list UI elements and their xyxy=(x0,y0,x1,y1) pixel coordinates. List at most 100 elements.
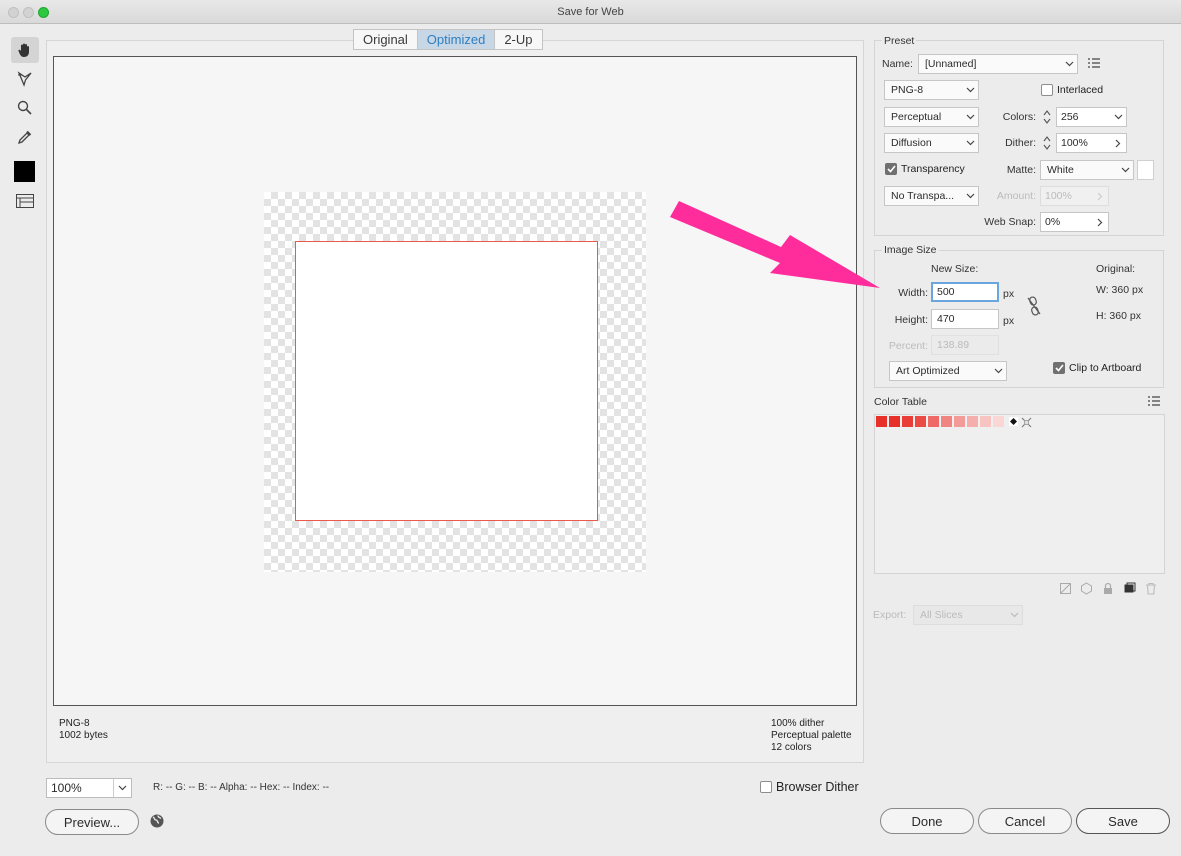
original-width: W: 360 px xyxy=(1096,284,1144,296)
unlinked-chain-icon[interactable] xyxy=(1025,295,1043,320)
toggle-slices-icon[interactable] xyxy=(11,188,39,214)
width-unit: px xyxy=(1003,288,1015,300)
browser-dither-label: Browser Dither xyxy=(776,780,859,794)
map-to-web-icon xyxy=(1059,582,1072,598)
dither-algorithm-select[interactable]: Diffusion xyxy=(884,133,979,153)
clip-to-artboard-checkbox[interactable] xyxy=(1053,362,1065,374)
matte-transparent-icon[interactable] xyxy=(1021,417,1032,431)
resample-quality-select[interactable]: Art Optimized xyxy=(889,361,1007,381)
transparency-checkbox[interactable] xyxy=(885,163,897,175)
zoom-tool-icon[interactable] xyxy=(11,95,39,121)
height-unit: px xyxy=(1003,315,1015,327)
chevron-down-icon xyxy=(1061,61,1077,67)
file-format-value: PNG-8 xyxy=(891,84,924,96)
preset-name-label: Name: xyxy=(882,58,913,70)
color-swatch[interactable] xyxy=(967,416,978,427)
colors-stepper-icon[interactable] xyxy=(1040,107,1054,127)
percent-input: 138.89 xyxy=(931,335,999,355)
zoom-level-select[interactable]: 100% xyxy=(46,778,132,798)
color-swatch[interactable] xyxy=(928,416,939,427)
hand-tool-icon[interactable] xyxy=(11,37,39,63)
percent-label: Percent: xyxy=(888,340,928,352)
color-swatch[interactable] xyxy=(980,416,991,427)
view-tabs: Original Optimized 2-Up xyxy=(353,29,543,50)
height-label: Height: xyxy=(894,314,928,326)
dither-combo[interactable]: 100% xyxy=(1056,133,1127,153)
tab-optimized[interactable]: Optimized xyxy=(417,30,496,49)
color-swatch[interactable] xyxy=(876,416,887,427)
matte-select[interactable]: White xyxy=(1040,160,1134,180)
dither-value: 100% xyxy=(1061,137,1088,149)
pixel-readout: R: -- G: -- B: -- Alpha: -- Hex: -- Inde… xyxy=(153,782,330,793)
window-title: Save for Web xyxy=(557,6,624,18)
shift-to-web-icon xyxy=(1080,582,1093,598)
chevron-down-icon xyxy=(990,368,1006,374)
color-swatch[interactable] xyxy=(941,416,952,427)
tab-2-up[interactable]: 2-Up xyxy=(495,30,541,49)
web-snap-value: 0% xyxy=(1045,216,1061,228)
colors-combo[interactable]: 256 xyxy=(1056,107,1127,127)
original-size-label: Original: xyxy=(1096,263,1136,275)
info-dither: 100% dither xyxy=(771,718,825,729)
matte-value: White xyxy=(1047,164,1074,176)
height-input[interactable]: 470 xyxy=(931,309,999,329)
chevron-down-icon[interactable] xyxy=(113,779,131,797)
transparency-dither-select[interactable]: No Transpa... xyxy=(884,186,979,206)
colors-label: Colors: xyxy=(1002,111,1036,123)
color-swatch[interactable] xyxy=(915,416,926,427)
preset-name-select[interactable]: [Unnamed] xyxy=(918,54,1078,74)
eyedropper-color-swatch[interactable] xyxy=(14,161,35,182)
preset-menu-icon[interactable] xyxy=(1087,57,1101,72)
slice-select-tool-icon[interactable] xyxy=(11,66,39,92)
interlaced-checkbox[interactable] xyxy=(1041,84,1053,96)
new-color-icon[interactable] xyxy=(1123,582,1136,598)
image-info-left: PNG-8 1002 bytes xyxy=(59,718,108,742)
chevron-down-icon xyxy=(962,140,978,146)
info-file-size: 1002 bytes xyxy=(59,730,108,741)
lock-icon xyxy=(1102,582,1114,598)
cancel-button[interactable]: Cancel xyxy=(978,808,1072,834)
export-select: All Slices xyxy=(913,605,1023,625)
interlaced-label: Interlaced xyxy=(1057,84,1104,96)
info-palette: Perceptual palette xyxy=(771,730,852,741)
chevron-right-icon xyxy=(1092,192,1108,201)
preset-name-value: [Unnamed] xyxy=(925,58,977,70)
color-swatch[interactable] xyxy=(902,416,913,427)
color-reduction-value: Perceptual xyxy=(891,111,942,123)
new-size-label: New Size: xyxy=(931,263,979,275)
color-swatch[interactable] xyxy=(889,416,900,427)
chevron-down-icon[interactable] xyxy=(1110,114,1126,120)
tab-original[interactable]: Original xyxy=(354,30,418,49)
browser-dither-checkbox[interactable] xyxy=(760,781,772,793)
export-value: All Slices xyxy=(920,609,963,621)
eyedropper-tool-icon[interactable] xyxy=(11,124,39,150)
color-swatch[interactable] xyxy=(954,416,965,427)
annotation-arrow xyxy=(670,201,880,288)
dither-label: Dither: xyxy=(1005,137,1036,149)
matte-color-swatch[interactable] xyxy=(1137,160,1154,180)
width-input[interactable]: 500 xyxy=(931,282,999,302)
info-format: PNG-8 xyxy=(59,718,90,729)
chevron-right-icon[interactable] xyxy=(1092,218,1108,227)
color-swatches xyxy=(876,416,1004,427)
export-label: Export: xyxy=(873,609,907,621)
color-table[interactable] xyxy=(874,414,1165,574)
color-table-menu-icon[interactable] xyxy=(1147,395,1161,410)
preview-button[interactable]: Preview... xyxy=(45,809,139,835)
amount-combo: 100% xyxy=(1040,186,1109,206)
color-reduction-select[interactable]: Perceptual xyxy=(884,107,979,127)
color-swatch[interactable] xyxy=(993,416,1004,427)
colors-value: 256 xyxy=(1061,111,1079,123)
info-colors: 12 colors xyxy=(771,742,812,753)
web-snap-combo[interactable]: 0% xyxy=(1040,212,1109,232)
dither-stepper-icon[interactable] xyxy=(1040,133,1054,153)
chevron-down-icon xyxy=(962,193,978,199)
done-button[interactable]: Done xyxy=(880,808,974,834)
chevron-right-icon[interactable] xyxy=(1110,139,1126,148)
globe-icon[interactable] xyxy=(149,813,165,832)
save-button[interactable]: Save xyxy=(1076,808,1170,834)
amount-label: Amount: xyxy=(996,190,1036,202)
file-format-select[interactable]: PNG-8 xyxy=(884,80,979,100)
transparent-color-icon[interactable] xyxy=(1009,417,1018,429)
artboard-preview xyxy=(295,241,598,521)
